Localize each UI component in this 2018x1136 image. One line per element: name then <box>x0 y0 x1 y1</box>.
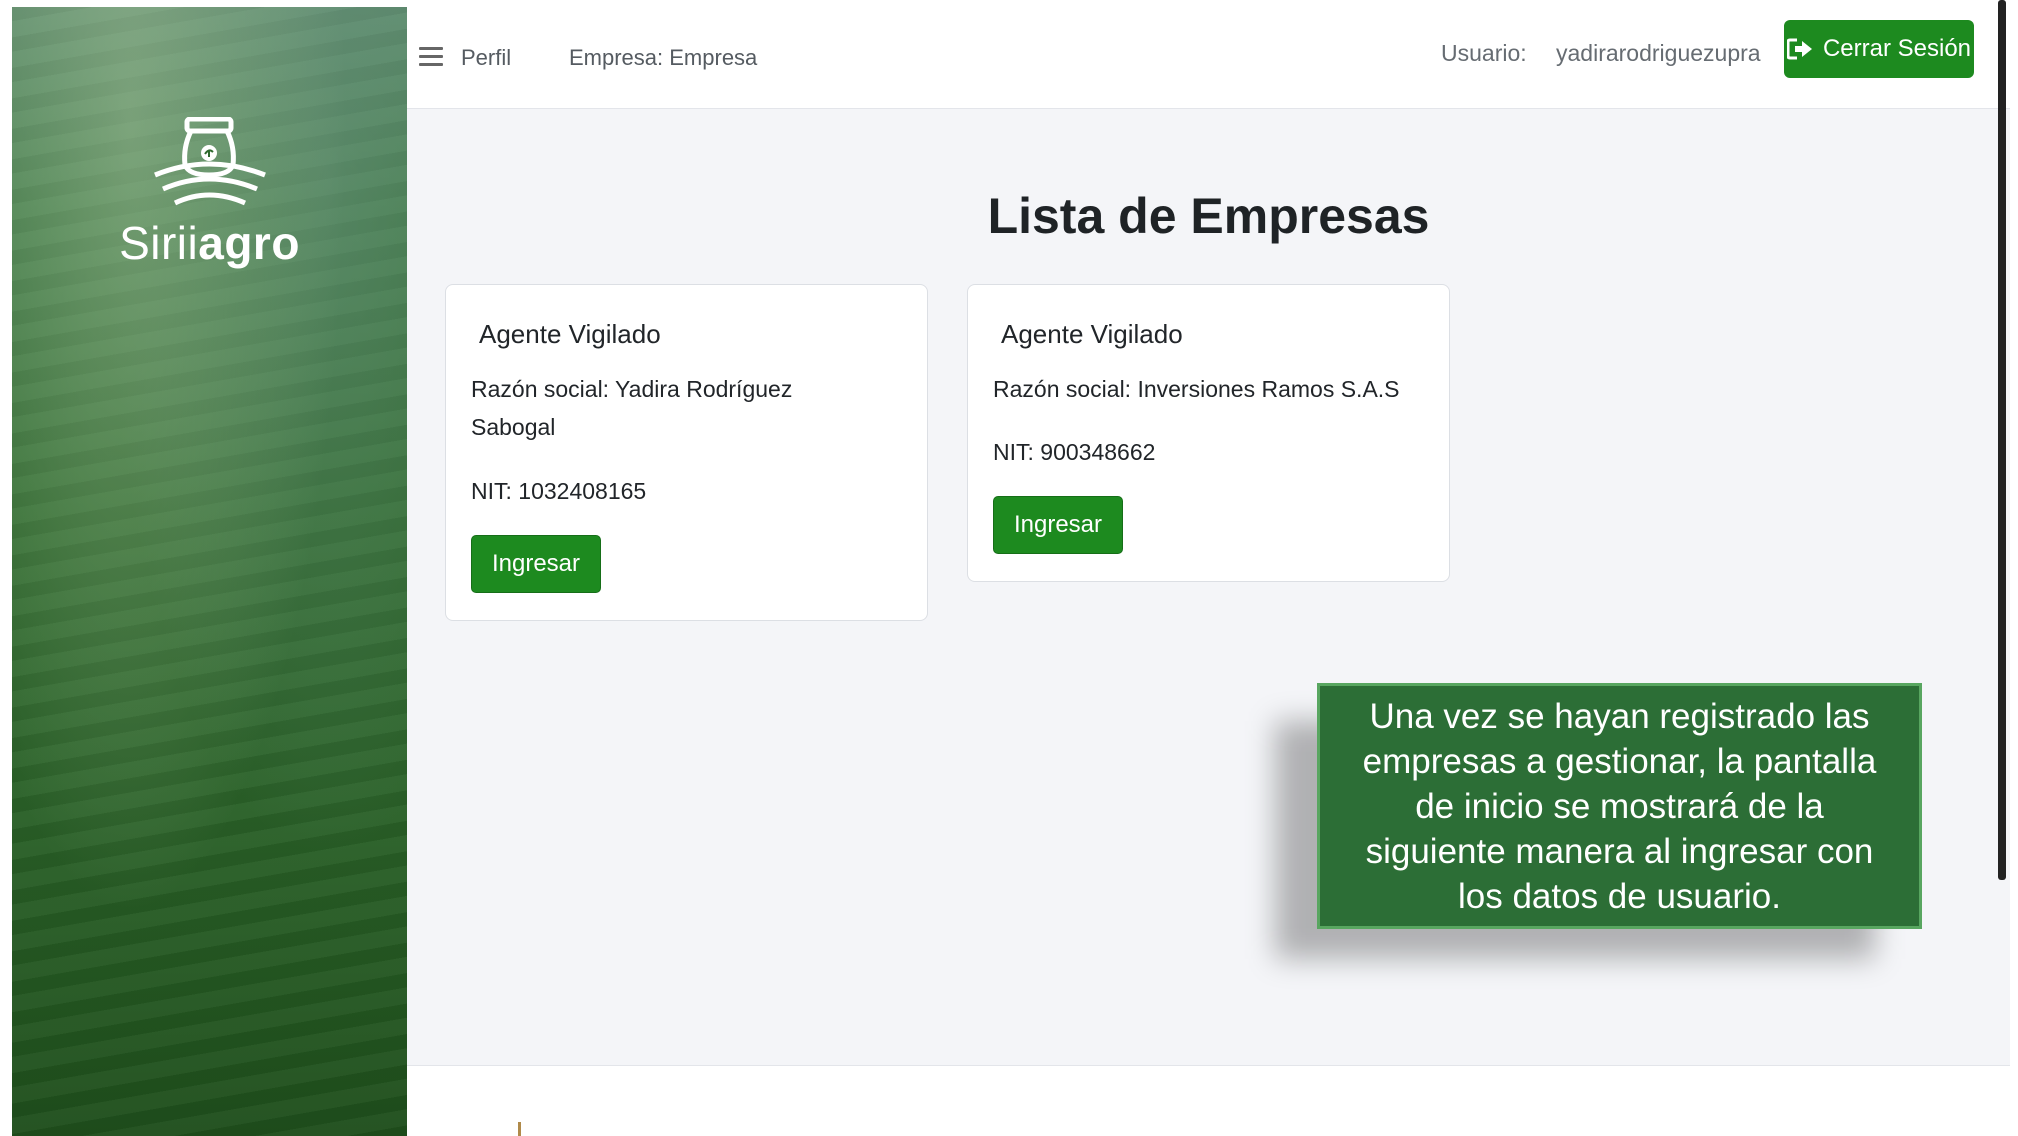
top-navbar: Perfil Empresa: Empresa Usuario: yadirar… <box>407 7 2010 109</box>
card-title: Agente Vigilado <box>479 319 661 349</box>
logout-label: Cerrar Sesión <box>1822 35 1972 62</box>
brand-name-bold: agro <box>198 217 300 269</box>
ingresar-button[interactable]: Ingresar <box>471 535 601 593</box>
window-scrollbar[interactable] <box>1998 0 2006 880</box>
card-razon-social: Razón social: Inversiones Ramos S.A.S <box>993 370 1400 408</box>
company-card: Agente Vigilado Razón social: Yadira Rod… <box>445 284 928 621</box>
user-label: Usuario: <box>1441 40 1527 66</box>
razon-social-line: Sabogal <box>471 414 556 440</box>
sign-out-icon <box>1786 38 1812 60</box>
sidebar: Siriiagro <box>12 7 407 1136</box>
callout-line: siguiente manera al ingresar con <box>1365 832 1874 871</box>
card-nit: NIT: 1032408165 <box>471 478 647 504</box>
card-nit: NIT: 900348662 <box>993 439 1156 465</box>
app-window: Siriiagro Perfil Empresa: Empresa Usuari… <box>12 7 2010 1136</box>
user-name: yadirarodriguezupra <box>1556 40 1761 66</box>
footer <box>407 1065 2010 1136</box>
card-razon-social: Razón social: Yadira Rodríguez Sabogal <box>471 370 792 446</box>
logout-button[interactable]: Cerrar Sesión <box>1784 20 1974 78</box>
instruction-callout: Una vez se hayan registrado las empresas… <box>1317 683 1922 929</box>
card-title: Agente Vigilado <box>1001 319 1183 349</box>
brand-name: Siriiagro <box>12 216 407 270</box>
callout-line: los datos de usuario. <box>1458 877 1781 916</box>
razon-social-line: Razón social: Yadira Rodríguez <box>471 376 793 402</box>
callout-line: Una vez se hayan registrado las <box>1369 697 1870 736</box>
nav-empresa-link[interactable]: Empresa: Empresa <box>569 45 757 71</box>
hamburger-menu-icon[interactable] <box>419 47 443 67</box>
footer-divider <box>518 1122 521 1136</box>
company-card: Agente Vigilado Razón social: Inversione… <box>967 284 1450 582</box>
brand-logo[interactable]: Siriiagro <box>12 117 407 270</box>
callout-line: de inicio se mostrará de la <box>1415 787 1824 826</box>
callout-line: empresas a gestionar, la pantalla <box>1362 742 1877 781</box>
nav-perfil-link[interactable]: Perfil <box>461 45 511 71</box>
brand-name-light: Sirii <box>119 217 199 269</box>
page-title: Lista de Empresas <box>987 188 1430 244</box>
ingresar-button[interactable]: Ingresar <box>993 496 1123 554</box>
sack-with-leaf-logo-icon <box>153 117 266 206</box>
razon-social-line: Razón social: Inversiones Ramos S.A.S <box>993 376 1400 402</box>
